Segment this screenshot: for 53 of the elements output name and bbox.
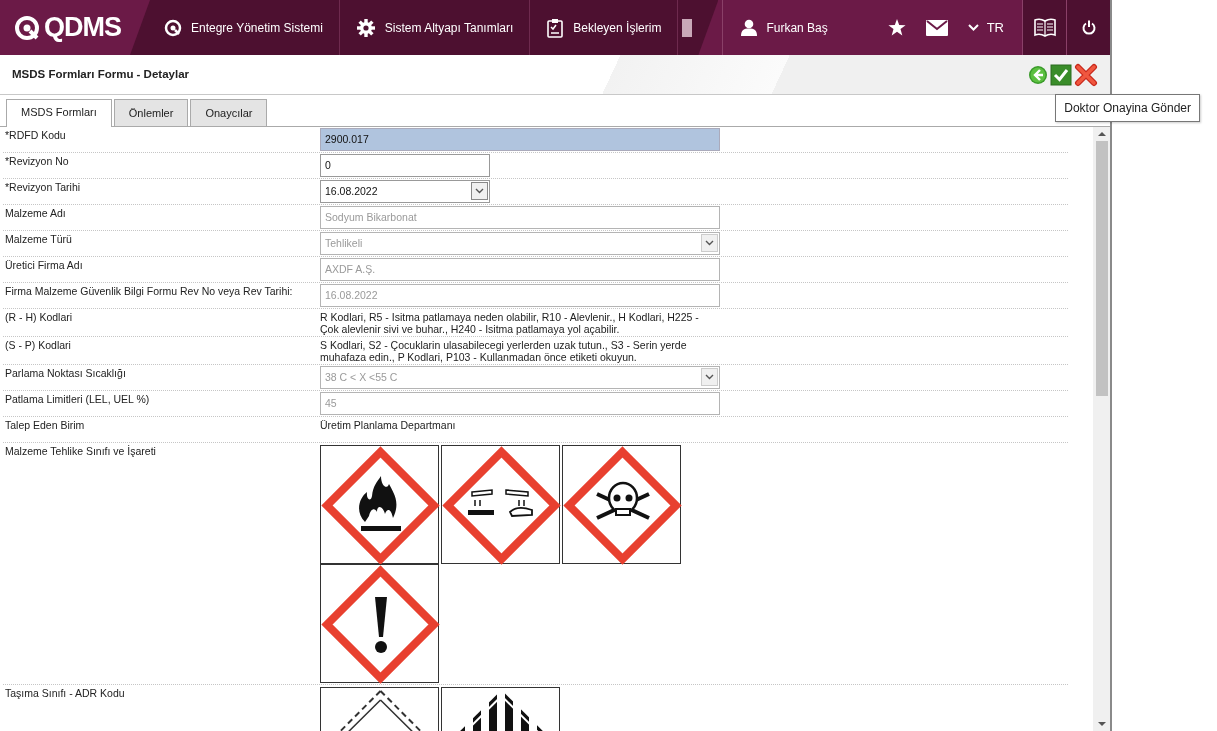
field-label: Malzeme Adı [4,205,67,221]
favorites-star-icon[interactable] [887,19,906,36]
tab[interactable]: Onaycılar [190,99,268,126]
back-arrow-icon[interactable] [1028,64,1048,85]
field-label: (R - H) Kodlari [4,309,74,325]
field-label: Üretici Firma Adı [4,257,84,273]
logo[interactable]: QDMS [14,7,121,48]
date-dropdown[interactable]: 16.08.2022 [320,179,490,203]
input-field: AXDF A.Ş. [320,257,720,281]
scroll-handle[interactable] [682,18,693,37]
clipboard-icon [546,17,565,38]
tab[interactable]: Önlemler [113,99,189,126]
mail-icon[interactable] [925,19,948,36]
field-label: Malzeme Tehlike Sınıfı ve İşareti [4,443,157,459]
scroll-down-arrow-icon[interactable] [1097,721,1106,727]
input-field: Sodyum Bikarbonat [320,205,720,229]
book-icon[interactable] [1022,0,1066,55]
field-label: *Revizyon No [4,153,70,169]
page-title: MSDS Formları Formu - Detaylar [12,66,189,82]
field-label: Parlama Noktası Sıcaklığı [4,365,127,381]
field-label: *Revizyon Tarihi [4,179,82,195]
dropdown: 38 C < X <55 C [320,365,720,389]
tab[interactable]: MSDS Formları [6,99,112,127]
power-icon[interactable] [1066,0,1110,55]
field-label: Firma Malzeme Güvenlik Bilgi Formu Rev No veya Rev Tarihi: [4,283,294,299]
exclamation-pictogram-icon [320,563,439,683]
vertical-scrollbar[interactable] [1093,126,1110,731]
language-selector[interactable]: TR [967,17,1004,38]
close-icon[interactable] [1074,62,1098,87]
field-label: Malzeme Türü [4,231,73,247]
input-field: 16.08.2022 [320,283,720,307]
field-value: Üretim Planlama Departmanı [320,417,457,431]
field-label: (S - P) Kodlari [4,337,72,353]
field-label: Taşıma Sınıfı - ADR Kodu [4,685,126,701]
q-circle-icon [164,18,182,37]
field-label: *RDFD Kodu [4,127,67,143]
input-field: 45 [320,391,720,415]
flame-pictogram-icon [320,444,439,564]
settings-icon [355,17,376,38]
user-name[interactable]: Furkan Baş [766,18,828,37]
field-value: R Kodlari, R5 - Isitma patlamaya neden olabilir, R10 - Alevlenir., H Kodlari, H225 - Çok alevlenir sivi ve buhar., H240 - Isitma patlamaya yol açabilir. [320,309,700,335]
field-label: Talep Eden Birim [4,417,86,433]
field-value: S Kodlari, S2 - Çocuklarin ulasabilecegi yerlerden uzak tutun., S3 - Serin yerde muhafaza edin., P Kodlari, P103 - Kullanmadan önce etiketi okuyun. [320,337,688,363]
tooltip: Doktor Onayina Gönder [1055,93,1200,122]
user-icon [741,19,758,36]
dropdown: Tehlikeli [320,231,720,255]
scroll-up-arrow-icon[interactable] [1097,130,1106,137]
input-field[interactable]: 0 [320,153,490,177]
input-field[interactable]: 2900.017 [320,127,720,151]
field-label: Patlama Limitleri (LEL, UEL %) [4,391,151,407]
chevron-down-icon [967,24,979,31]
corrosion-pictogram-icon [441,444,560,564]
skull-crossbones-pictogram-icon [562,444,681,564]
